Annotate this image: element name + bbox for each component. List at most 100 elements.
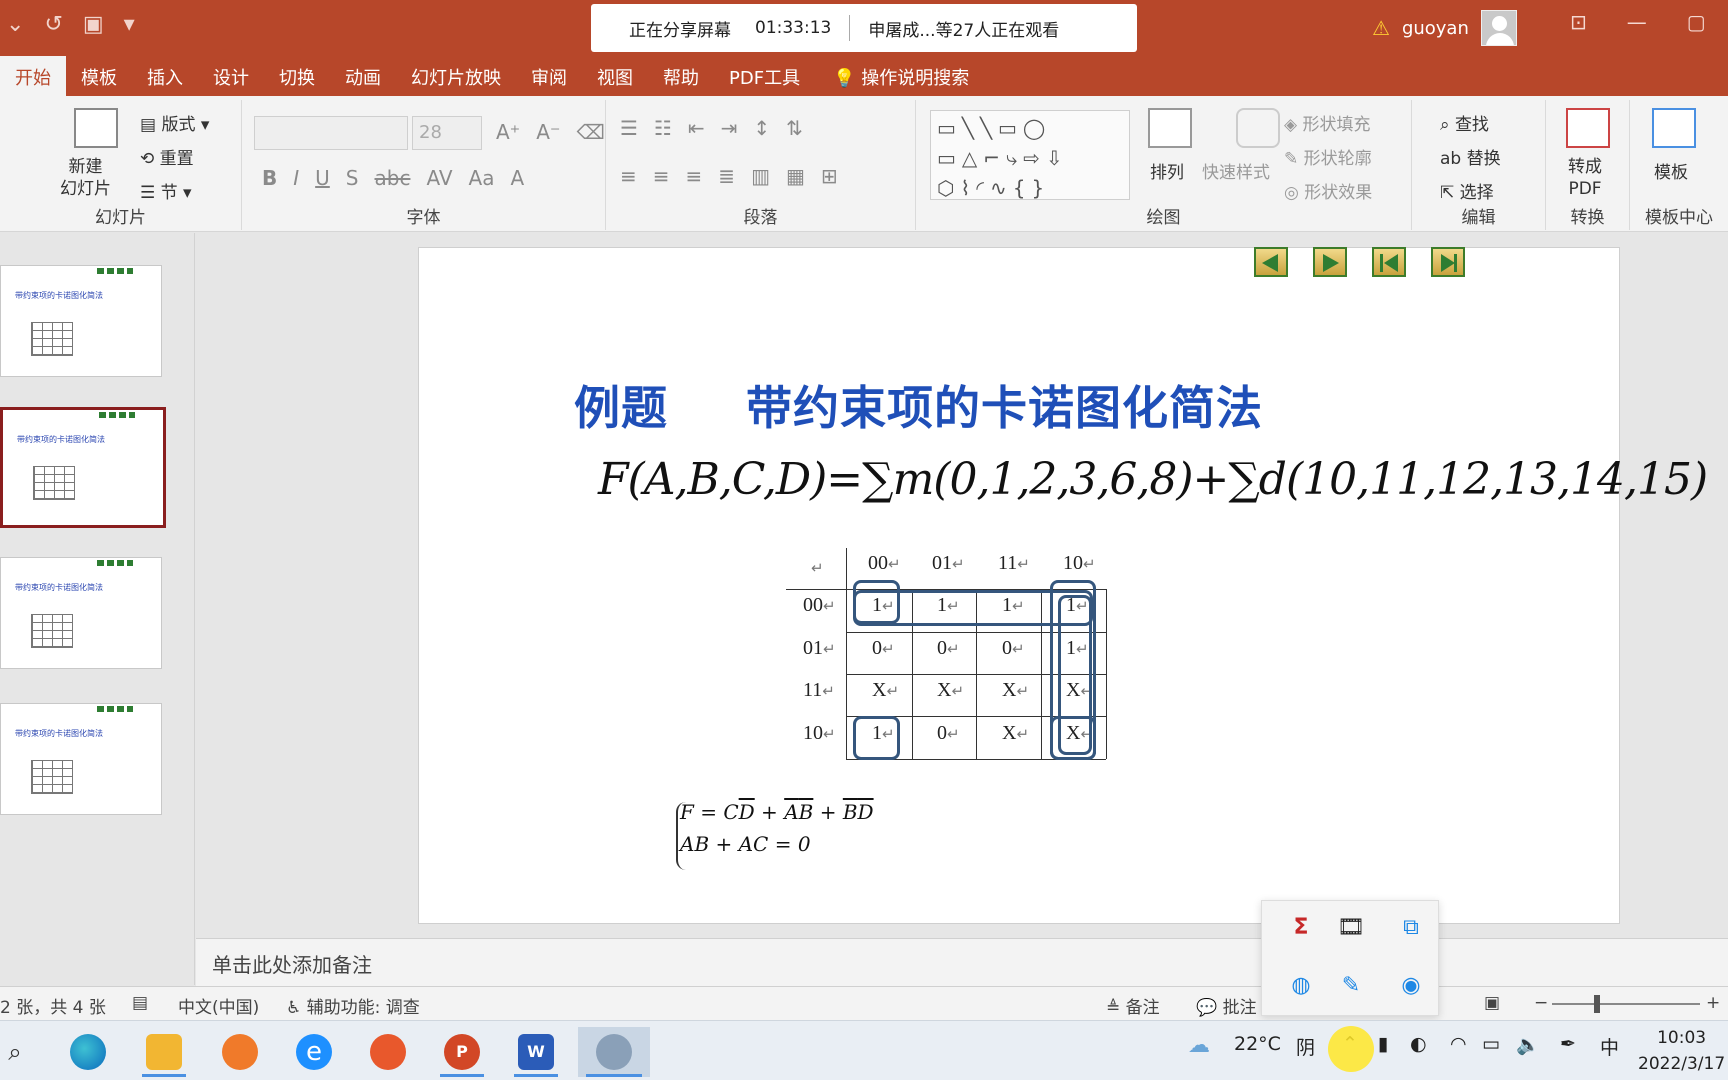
comments-button[interactable]: 💬 批注: [1196, 993, 1257, 1018]
strikethrough-icon[interactable]: abc: [375, 166, 411, 190]
shape-effects-button[interactable]: ◎ 形状效果: [1284, 178, 1372, 203]
wifi-icon[interactable]: ◠: [1450, 1033, 1467, 1055]
screen-share-icon[interactable]: ⧉: [1396, 913, 1426, 943]
tab-animations[interactable]: 动画: [330, 56, 396, 96]
quick-styles-button[interactable]: 快速样式: [1202, 158, 1270, 183]
align-right-icon[interactable]: ≡: [686, 164, 703, 188]
notes-button[interactable]: ≜ 备注: [1106, 993, 1160, 1018]
justify-icon[interactable]: ≣: [718, 164, 735, 188]
zoom-out-icon[interactable]: −: [1534, 993, 1548, 1013]
microphone-icon[interactable]: ▮: [1378, 1033, 1388, 1055]
arrange-button[interactable]: 排列: [1150, 158, 1184, 183]
align-center-icon[interactable]: ≡: [653, 164, 670, 188]
language-indicator[interactable]: 中文(中国): [178, 993, 259, 1018]
quick-styles-icon[interactable]: [1236, 108, 1280, 148]
bold-icon[interactable]: B: [262, 166, 277, 190]
viewer-count[interactable]: 申屠成...等27人正在观看: [868, 16, 1059, 41]
maximize-icon[interactable]: ▢: [1687, 10, 1706, 34]
search-icon[interactable]: ⌕: [0, 1027, 30, 1077]
last-slide-icon[interactable]: [1431, 247, 1465, 277]
slide-canvas[interactable]: [418, 247, 1620, 924]
prev-slide-icon[interactable]: [1254, 247, 1288, 277]
shape-outline-button[interactable]: ✎ 形状轮廓: [1284, 144, 1372, 169]
font-color-icon[interactable]: A: [510, 166, 524, 190]
internet-explorer-icon[interactable]: e: [284, 1027, 344, 1077]
underline-icon[interactable]: U: [315, 166, 330, 190]
pdf-icon[interactable]: [1566, 108, 1610, 148]
zoom-slider[interactable]: [1552, 1003, 1700, 1005]
section-button[interactable]: ☰ 节 ▾: [140, 178, 192, 203]
numbering-icon[interactable]: ☷: [654, 116, 672, 140]
font-size-input[interactable]: 28: [412, 116, 482, 150]
slideshow-view-icon[interactable]: ▣: [1484, 993, 1500, 1013]
spellcheck-icon[interactable]: ▤: [132, 993, 148, 1013]
tab-view[interactable]: 视图: [582, 56, 648, 96]
replace-button[interactable]: ab 替换: [1440, 144, 1501, 169]
powerpoint-icon[interactable]: P: [432, 1027, 492, 1077]
tab-insert[interactable]: 插入: [132, 56, 198, 96]
template-button[interactable]: 模板: [1654, 158, 1688, 183]
user-area[interactable]: ⚠ guoyan: [1372, 10, 1517, 46]
shapes-gallery[interactable]: ▭╲╲▭◯ ▭△⌐⤷⇨⇩ ⬡⌇◜∿{}: [930, 110, 1130, 200]
bullets-icon[interactable]: ☰: [620, 116, 638, 140]
app-orange-icon[interactable]: [210, 1027, 270, 1077]
tab-review[interactable]: 审阅: [516, 56, 582, 96]
italic-icon[interactable]: I: [293, 166, 299, 190]
tab-template[interactable]: 模板: [66, 56, 132, 96]
accessibility-button[interactable]: ♿ 辅助功能: 调查: [286, 993, 420, 1018]
pen-app-icon[interactable]: ✎: [1336, 971, 1366, 1001]
file-explorer-icon[interactable]: [134, 1027, 194, 1077]
text-direction-icon[interactable]: ⇅: [786, 116, 803, 140]
shrink-font-icon[interactable]: A⁻: [536, 120, 560, 144]
new-slide-button[interactable]: 新建 幻灯片: [60, 156, 111, 200]
select-button[interactable]: ⇱ 选择: [1440, 178, 1494, 203]
tab-pdf-tools[interactable]: PDF工具: [714, 56, 815, 96]
meeting-app-icon[interactable]: [578, 1027, 650, 1077]
line-spacing-icon[interactable]: ↕: [753, 116, 770, 140]
notes-pane[interactable]: 单击此处添加备注: [196, 938, 1728, 986]
clock[interactable]: 10:03 2022/3/17: [1638, 1025, 1725, 1077]
bird-app-icon[interactable]: ◉: [1396, 971, 1426, 1001]
pen-icon[interactable]: ✒: [1560, 1033, 1576, 1055]
customize-qat-icon[interactable]: ▾: [124, 12, 135, 37]
warning-icon[interactable]: ⚠: [1372, 16, 1390, 40]
app-tray-icon[interactable]: ◐: [1410, 1033, 1427, 1055]
align-left-icon[interactable]: ≡: [620, 164, 637, 188]
next-slide-icon[interactable]: [1313, 247, 1347, 277]
increase-indent-icon[interactable]: ⇥: [721, 116, 738, 140]
shadow-icon[interactable]: S: [346, 166, 359, 190]
slide-thumbnail[interactable]: 带约束项的卡诺图化简法: [0, 703, 162, 815]
ime-indicator[interactable]: 中: [1600, 1033, 1619, 1060]
app-red-icon[interactable]: [358, 1027, 418, 1077]
to-pdf-button[interactable]: 转成 PDF: [1568, 156, 1602, 200]
slide-thumbnail-selected[interactable]: 带约束项的卡诺图化简法: [0, 407, 166, 528]
smartart-icon[interactable]: ⊞: [821, 164, 838, 188]
font-name-input[interactable]: [254, 116, 408, 150]
avatar[interactable]: [1480, 10, 1517, 46]
film-icon[interactable]: 🎞: [1336, 913, 1366, 943]
distribute-icon[interactable]: ▥: [751, 164, 770, 188]
presentation-icon[interactable]: ▣: [83, 12, 104, 37]
tab-slideshow[interactable]: 幻灯片放映: [396, 56, 516, 96]
find-button[interactable]: ⌕ 查找: [1440, 110, 1489, 135]
function-formula[interactable]: F(A,B,C,D)=∑m(0,1,2,3,6,8)+∑d(10,11,12,1…: [598, 454, 1708, 505]
tab-help[interactable]: 帮助: [648, 56, 714, 96]
change-case-icon[interactable]: Aa: [469, 166, 495, 190]
feather-app-icon[interactable]: ◍: [1286, 971, 1316, 1001]
tab-design[interactable]: 设计: [198, 56, 264, 96]
first-slide-icon[interactable]: [1372, 247, 1406, 277]
slide-thumbnail[interactable]: 带约束项的卡诺图化简法: [0, 265, 162, 377]
columns-icon[interactable]: ▦: [786, 164, 805, 188]
kmap-group-loop[interactable]: [1050, 716, 1096, 760]
kmap-group-loop[interactable]: [853, 716, 900, 760]
username[interactable]: guoyan: [1402, 18, 1469, 39]
minimize-icon[interactable]: —: [1627, 10, 1647, 34]
reset-button[interactable]: ⟲ 重置: [140, 144, 194, 169]
slide-title[interactable]: 例题 带约束项的卡诺图化简法: [574, 372, 1263, 438]
tell-me-search[interactable]: 💡 操作说明搜索: [815, 56, 984, 96]
layout-button[interactable]: ▤ 版式 ▾: [140, 110, 209, 135]
grow-font-icon[interactable]: A⁺: [496, 120, 520, 144]
decrease-indent-icon[interactable]: ⇤: [688, 116, 705, 140]
result-equations[interactable]: F = CD + AB + BD AB + AC = 0: [680, 800, 874, 856]
zoom-slider-thumb[interactable]: [1594, 995, 1600, 1013]
